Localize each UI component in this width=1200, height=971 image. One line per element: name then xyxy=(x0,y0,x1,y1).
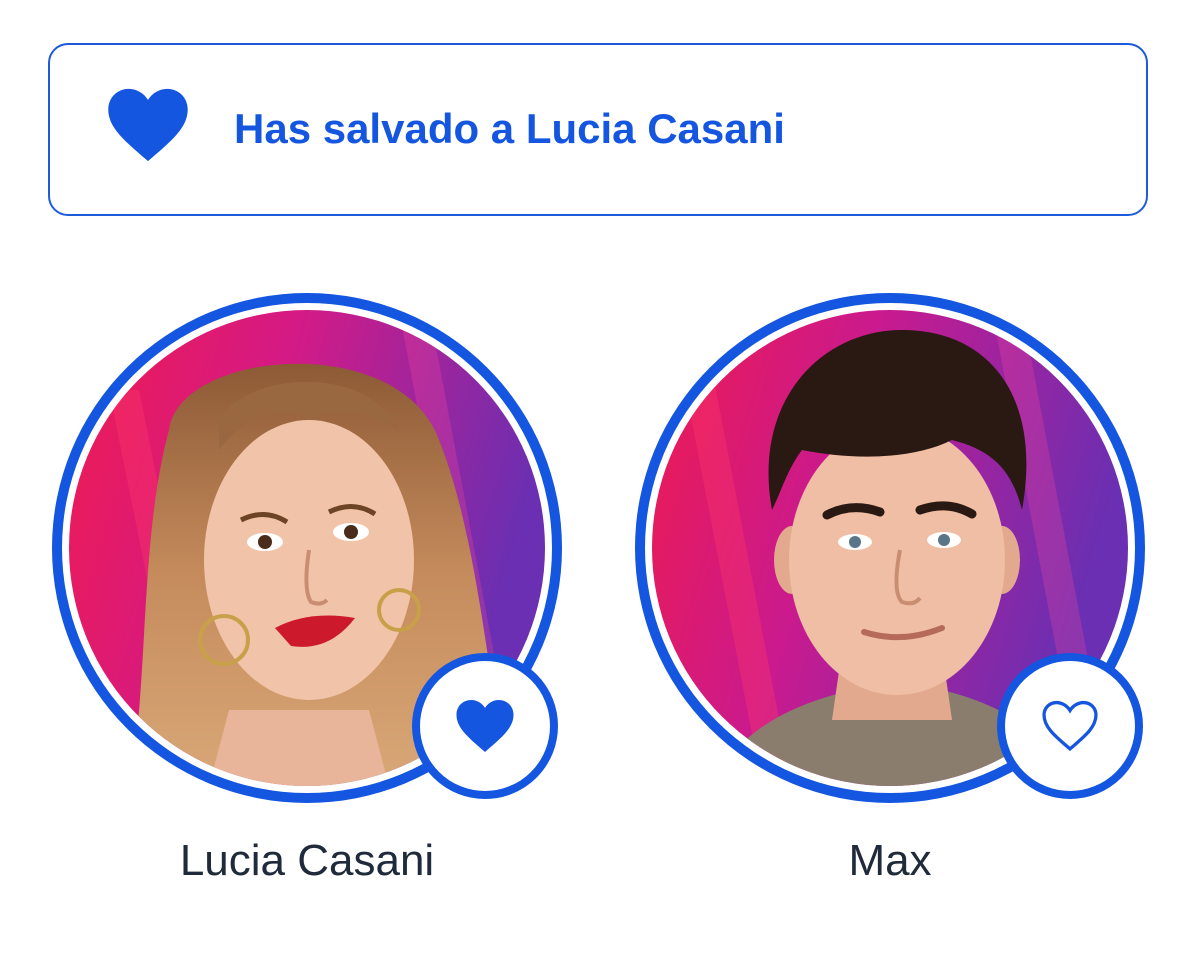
heart-filled-icon xyxy=(108,88,188,162)
heart-outline-icon xyxy=(1042,700,1098,752)
save-vote-button[interactable] xyxy=(997,653,1143,799)
saved-confirmation-text: Has salvado a Lucia Casani xyxy=(234,105,785,152)
candidate-card-lucia[interactable]: Lucia Casani xyxy=(52,293,562,933)
save-vote-button[interactable] xyxy=(412,653,558,799)
candidate-card-max[interactable]: Max xyxy=(635,293,1145,933)
candidate-name: Max xyxy=(848,836,932,885)
heart-filled-icon xyxy=(456,700,514,752)
candidate-name: Lucia Casani xyxy=(179,836,435,885)
